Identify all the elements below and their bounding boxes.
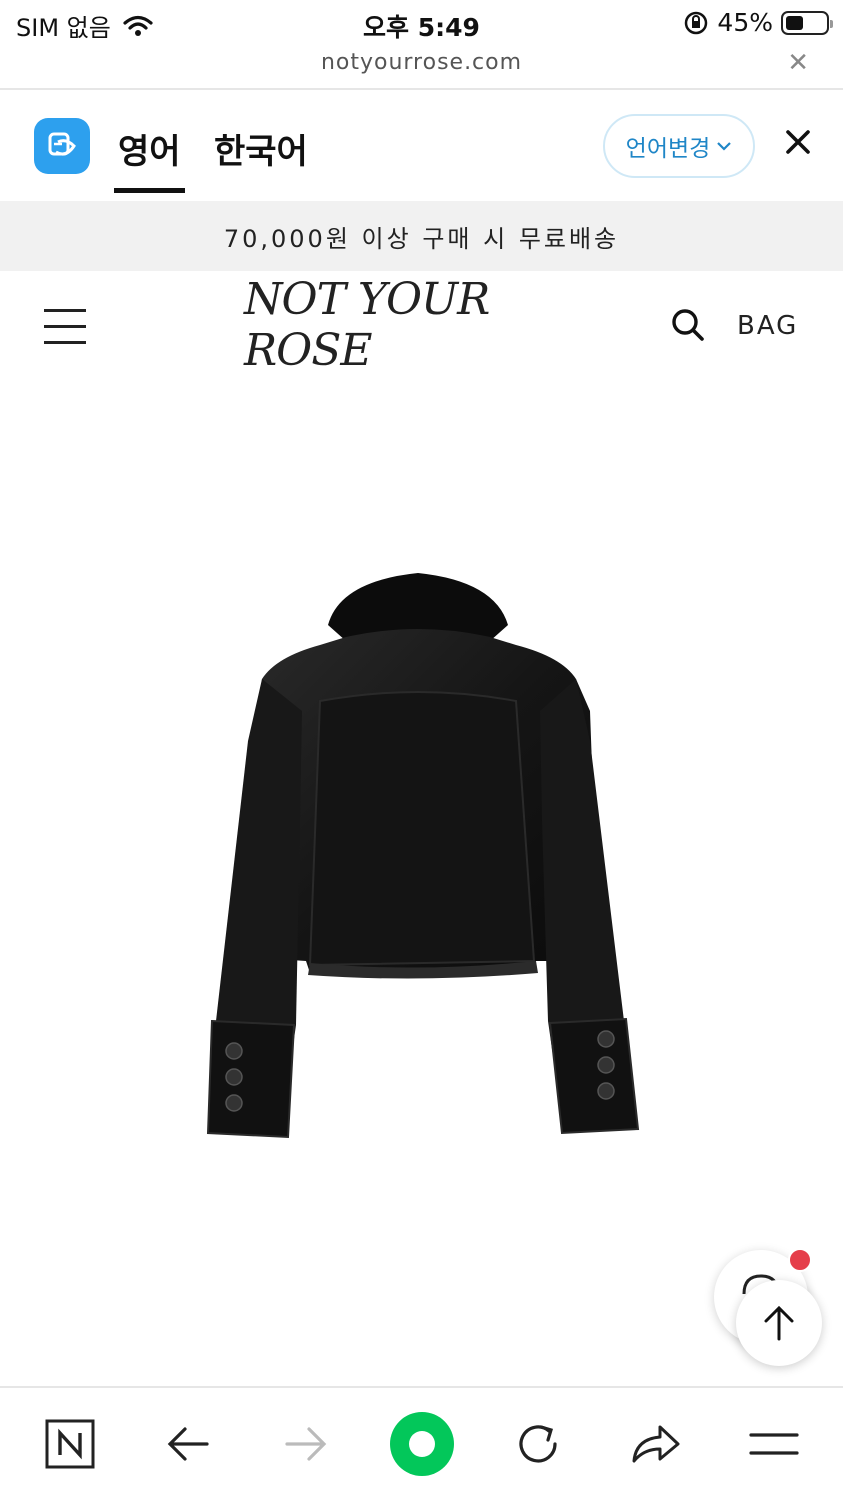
hamburger-icon[interactable] [44, 309, 86, 345]
translator-logo-icon [34, 118, 90, 174]
battery-icon [781, 10, 833, 35]
chevron-down-icon [717, 142, 732, 151]
brand-logo[interactable]: NOT YOUR ROSE [244, 274, 604, 376]
reload-button[interactable] [508, 1414, 568, 1474]
jacket-back-image [206, 573, 640, 1139]
translate-bar: 영어 한국어 언어변경 [0, 92, 843, 200]
product-image[interactable] [0, 381, 843, 1386]
battery-fill [786, 15, 804, 30]
site-header: NOT YOUR ROSE BAG [0, 271, 843, 381]
notification-dot [788, 1248, 812, 1272]
arrow-left-icon [167, 1427, 209, 1461]
search-icon[interactable] [670, 307, 706, 343]
arrow-right-icon [285, 1427, 327, 1461]
bag-link[interactable]: BAG [737, 311, 798, 341]
hamburger-icon [749, 1433, 799, 1455]
status-bar: SIM 없음 오후 5:49 45% [0, 0, 843, 46]
share-icon [632, 1425, 680, 1463]
tab-english[interactable]: 영어 [114, 124, 185, 193]
battery-percent: 45% [717, 8, 773, 37]
naver-home-button[interactable] [40, 1414, 100, 1474]
menu-button[interactable] [744, 1414, 804, 1474]
reload-icon [519, 1425, 557, 1463]
arrow-up-icon [764, 1305, 794, 1341]
promo-banner: 70,000원 이상 구매 시 무료배송 [0, 201, 843, 271]
url-close-icon[interactable]: ✕ [787, 48, 809, 78]
naver-n-icon [45, 1419, 95, 1469]
share-button[interactable] [626, 1414, 686, 1474]
promo-text: 70,000원 이상 구매 시 무료배송 [223, 224, 620, 253]
translate-close-icon[interactable] [782, 126, 814, 158]
scroll-top-button[interactable] [736, 1280, 822, 1366]
change-language-button[interactable]: 언어변경 [603, 114, 755, 178]
forward-button[interactable] [276, 1414, 336, 1474]
status-right: 45% [683, 8, 833, 37]
tab-korean[interactable]: 한국어 [214, 124, 308, 173]
url-domain[interactable]: notyourrose.com [0, 50, 843, 75]
green-dot-icon [390, 1412, 454, 1476]
back-button[interactable] [158, 1414, 218, 1474]
rotation-lock-icon [685, 11, 708, 34]
browser-toolbar [0, 1386, 843, 1500]
green-dot-button[interactable] [386, 1408, 458, 1480]
change-language-label: 언어변경 [625, 136, 711, 162]
url-bar[interactable]: notyourrose.com ✕ [0, 46, 843, 90]
